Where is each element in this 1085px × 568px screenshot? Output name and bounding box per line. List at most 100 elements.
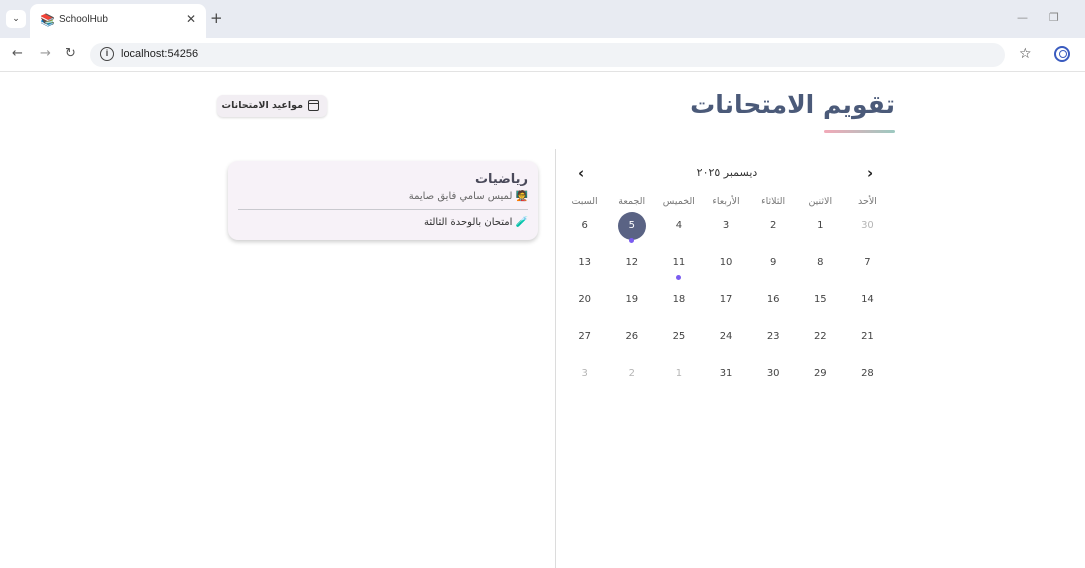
card-divider (238, 209, 528, 210)
calendar-day[interactable]: 29 (797, 356, 844, 393)
calendar-day[interactable]: 10 (703, 245, 750, 282)
calendar-day-number: 12 (625, 257, 639, 268)
calendar-day-number: 3 (722, 220, 730, 231)
calendar-day[interactable]: 3 (561, 356, 608, 393)
exam-schedule-button-label: مواعيد الامتحانات (221, 100, 303, 111)
calendar-day[interactable]: 13 (561, 245, 608, 282)
calendar-day-number: 6 (581, 220, 588, 231)
exam-event-dot (629, 238, 635, 243)
calendar-day[interactable]: 8 (797, 245, 844, 282)
profile-icon[interactable] (1054, 46, 1070, 62)
calendar-day-number: 5 (617, 212, 646, 240)
calendar-day[interactable]: 30 (750, 356, 797, 393)
tab-search-button[interactable]: ⌄ (6, 10, 26, 28)
calendar-day-number: 15 (813, 294, 827, 305)
calendar-day[interactable]: 22 (797, 319, 844, 356)
calendar-grid: 30 1 2 3 4 5 6 7 8 9 10 11 12 13 14 15 16 17 18 19 20 21 22 23 2… (561, 208, 891, 393)
calendar-day[interactable]: 15 (797, 282, 844, 319)
calendar-day[interactable]: 11 (655, 245, 702, 282)
site-info-icon[interactable]: i (100, 47, 114, 61)
calendar-day[interactable]: 14 (844, 282, 891, 319)
restore-icon[interactable]: ❐ (1049, 11, 1059, 24)
calendar-day[interactable]: 6 (561, 208, 608, 245)
calendar-day-number: 22 (813, 331, 827, 342)
back-icon[interactable]: ← (12, 46, 23, 61)
calendar-day[interactable]: 23 (750, 319, 797, 356)
calendar-day[interactable]: 2 (750, 208, 797, 245)
calendar-day[interactable]: 1 (797, 208, 844, 245)
calendar-day-number: 30 (766, 368, 780, 379)
calendar-day-number: 31 (719, 368, 733, 379)
address-bar[interactable]: i localhost:54256 (90, 43, 1005, 67)
calendar-day-number: 18 (672, 294, 686, 305)
vertical-divider (555, 149, 556, 568)
calendar-day[interactable]: 4 (655, 208, 702, 245)
calendar-day[interactable]: 18 (655, 282, 702, 319)
calendar-day-number: 14 (861, 294, 874, 305)
calendar-day-number: 9 (770, 257, 777, 268)
calendar-day-number: 1 (675, 368, 683, 379)
calendar-day-number: 20 (578, 294, 592, 305)
calendar-day[interactable]: 30 (844, 208, 891, 245)
url-text[interactable]: localhost:54256 (121, 48, 198, 60)
bookmark-star-icon[interactable]: ☆ (1019, 46, 1032, 62)
calendar-day-number: 11 (672, 257, 686, 268)
minimize-icon[interactable]: — (1017, 11, 1028, 24)
calendar-day[interactable]: 21 (844, 319, 891, 356)
calendar-day-number: 13 (578, 257, 592, 268)
calendar-day[interactable]: 12 (608, 245, 655, 282)
calendar-day[interactable]: 17 (703, 282, 750, 319)
calendar-day-number: 7 (864, 257, 871, 268)
calendar-day-selected[interactable]: 5 (608, 208, 655, 245)
calendar-day[interactable]: 20 (561, 282, 608, 319)
calendar-day[interactable]: 19 (608, 282, 655, 319)
calendar-icon (308, 100, 319, 111)
next-month-button[interactable]: › (867, 164, 873, 182)
exam-subject: رياضيات (474, 172, 528, 187)
calendar-day-number: 4 (675, 220, 683, 231)
calendar-day-number: 27 (578, 331, 592, 342)
forward-icon[interactable]: → (40, 46, 51, 61)
calendar-day-number: 1 (817, 220, 824, 231)
new-tab-button[interactable]: + (210, 9, 223, 27)
books-icon: 📚 (40, 13, 55, 27)
calendar-day[interactable]: 7 (844, 245, 891, 282)
calendar-day[interactable]: 24 (703, 319, 750, 356)
calendar-day-number: 23 (766, 331, 780, 342)
calendar-day-number: 29 (813, 368, 827, 379)
calendar-day[interactable]: 27 (561, 319, 608, 356)
browser-tab-bar: ⌄ 📚 SchoolHub ✕ + — ❐ (0, 0, 1085, 38)
calendar-day-number: 24 (719, 331, 733, 342)
calendar-day[interactable]: 28 (844, 356, 891, 393)
calendar-day[interactable]: 31 (703, 356, 750, 393)
calendar-day-number: 8 (817, 257, 824, 268)
browser-toolbar: ← → ↻ i localhost:54256 ☆ (0, 38, 1085, 72)
exam-teacher: 🧑‍🏫 لميس سامي فايق صايمة (408, 191, 528, 202)
calendar-day-number: 25 (672, 331, 686, 342)
exam-schedule-button[interactable]: مواعيد الامتحانات (217, 95, 327, 117)
calendar-day-number: 17 (719, 294, 733, 305)
reload-icon[interactable]: ↻ (65, 46, 76, 61)
calendar-day-number: 10 (719, 257, 733, 268)
calendar-day-number: 16 (766, 294, 780, 305)
calendar-day[interactable]: 16 (750, 282, 797, 319)
calendar-day-number: 30 (861, 220, 874, 231)
browser-tab[interactable]: 📚 SchoolHub ✕ (30, 4, 206, 38)
calendar-day-number: 28 (861, 368, 874, 379)
previous-month-button[interactable]: ‹ (578, 164, 584, 182)
exam-title: 🧪 امتحان بالوحدة الثالثة (423, 217, 528, 228)
calendar-day-number: 21 (861, 331, 874, 342)
calendar-day[interactable]: 26 (608, 319, 655, 356)
calendar-month-label: ديسمبر ٢٠٢٥ (696, 166, 758, 179)
calendar-day[interactable]: 9 (750, 245, 797, 282)
calendar-day-number: 3 (581, 368, 588, 379)
calendar-day-number: 2 (770, 220, 777, 231)
calendar-day-number: 2 (628, 368, 635, 379)
calendar-day[interactable]: 3 (703, 208, 750, 245)
calendar-day[interactable]: 2 (608, 356, 655, 393)
close-tab-icon[interactable]: ✕ (186, 12, 196, 26)
calendar-day-number: 26 (625, 331, 639, 342)
calendar-day[interactable]: 1 (655, 356, 702, 393)
exam-card[interactable]: رياضيات 🧑‍🏫 لميس سامي فايق صايمة 🧪 امتحا… (228, 161, 538, 240)
calendar-day[interactable]: 25 (655, 319, 702, 356)
